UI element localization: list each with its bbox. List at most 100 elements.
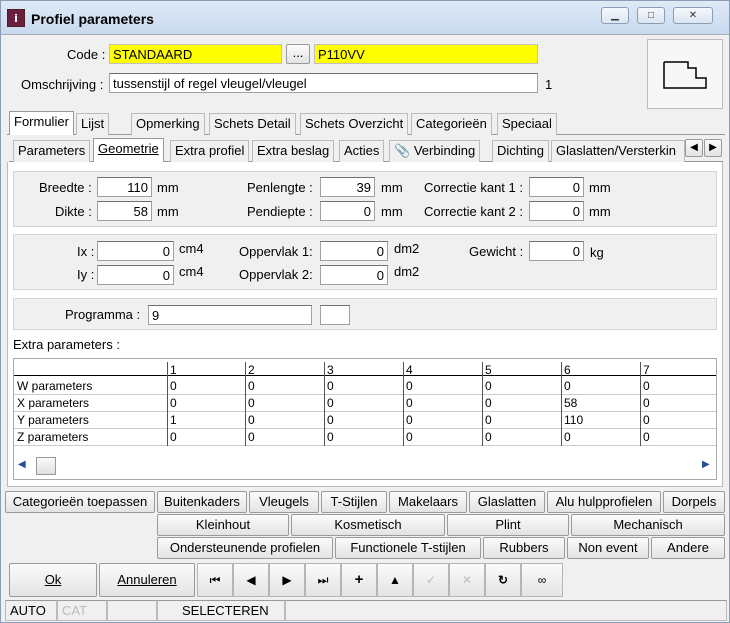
tab-scroll-right-icon[interactable]: ▶ bbox=[704, 139, 722, 157]
grid-scroll-thumb[interactable] bbox=[36, 457, 56, 475]
close-button[interactable]: ✕ bbox=[673, 7, 713, 24]
maximize-button[interactable]: □ bbox=[637, 7, 665, 24]
tab-categorieen[interactable]: Categorieën bbox=[411, 113, 492, 135]
table-row[interactable]: Z parameters 0 0 0 0 0 0 0 bbox=[14, 429, 716, 446]
prev-record-icon[interactable]: ◀ bbox=[233, 563, 269, 597]
grid-cell[interactable]: 110 bbox=[561, 412, 640, 429]
andere-button[interactable]: Andere bbox=[651, 537, 725, 559]
grid-cell[interactable]: 0 bbox=[324, 395, 403, 412]
t-stijlen-button[interactable]: T-Stijlen bbox=[321, 491, 387, 513]
programma-field[interactable]: 9 bbox=[148, 305, 312, 325]
alu-hulpprofielen-button[interactable]: Alu hulpprofielen bbox=[547, 491, 661, 513]
add-record-icon[interactable]: + bbox=[341, 563, 377, 597]
pendiepte-field[interactable]: 0 bbox=[320, 201, 375, 221]
breedte-field[interactable]: 110 bbox=[97, 177, 152, 197]
ix-field[interactable]: 0 bbox=[97, 241, 174, 261]
grid-cell[interactable]: 0 bbox=[403, 412, 482, 429]
grid-scroll-right-icon[interactable]: ▶ bbox=[702, 459, 710, 470]
tab-dichting[interactable]: Dichting bbox=[492, 140, 549, 162]
ok-button[interactable]: Ok bbox=[9, 563, 97, 597]
buitenkaders-button[interactable]: Buitenkaders bbox=[157, 491, 247, 513]
grid-cell[interactable]: 0 bbox=[482, 395, 561, 412]
tab-speciaal[interactable]: Speciaal bbox=[497, 113, 557, 135]
grid-cell[interactable]: 0 bbox=[640, 378, 716, 395]
grid-cell[interactable]: 0 bbox=[167, 378, 246, 395]
tab-opmerking[interactable]: Opmerking bbox=[131, 113, 205, 135]
grid-scroll-left-icon[interactable]: ◀ bbox=[18, 459, 26, 470]
minimize-button[interactable]: ▁ bbox=[601, 7, 629, 24]
grid-cell[interactable]: 0 bbox=[640, 412, 716, 429]
tab-extra-profiel[interactable]: Extra profiel bbox=[170, 140, 250, 162]
ondersteunende-profielen-button[interactable]: Ondersteunende profielen bbox=[157, 537, 333, 559]
pendiepte-unit: mm bbox=[381, 204, 403, 219]
dikte-field[interactable]: 58 bbox=[97, 201, 152, 221]
tab-parameters[interactable]: Parameters bbox=[13, 140, 91, 162]
annuleren-button[interactable]: Annuleren bbox=[99, 563, 195, 597]
table-row[interactable]: X parameters 0 0 0 0 0 58 0 bbox=[14, 395, 716, 412]
correctie1-field[interactable]: 0 bbox=[529, 177, 584, 197]
categorieen-toepassen-button[interactable]: Categorieën toepassen bbox=[5, 491, 155, 513]
desc-field[interactable]: tussenstijl of regel vleugel/vleugel bbox=[109, 73, 538, 93]
grid-cell[interactable]: 58 bbox=[561, 395, 640, 412]
search-binoculars-icon[interactable]: ∞ bbox=[521, 563, 563, 597]
grid-cell[interactable]: 0 bbox=[403, 395, 482, 412]
grid-cell[interactable]: 0 bbox=[167, 395, 246, 412]
grid-cell[interactable]: 0 bbox=[403, 378, 482, 395]
dorpels-button[interactable]: Dorpels bbox=[663, 491, 725, 513]
tab-verbinding[interactable]: 📎 Verbinding bbox=[389, 140, 481, 162]
functionele-t-stijlen-button[interactable]: Functionele T-stijlen bbox=[335, 537, 481, 559]
refresh-icon[interactable]: ↻ bbox=[485, 563, 521, 597]
tab-schets-overzicht[interactable]: Schets Overzicht bbox=[300, 113, 409, 135]
iy-field[interactable]: 0 bbox=[97, 265, 174, 285]
grid-cell[interactable]: 0 bbox=[245, 412, 324, 429]
edit-up-icon[interactable]: ▲ bbox=[377, 563, 413, 597]
next-record-icon[interactable]: ▶ bbox=[269, 563, 305, 597]
tab-schets-detail[interactable]: Schets Detail bbox=[209, 113, 296, 135]
glaslatten-button[interactable]: Glaslatten bbox=[469, 491, 545, 513]
tab-formulier[interactable]: Formulier bbox=[9, 111, 74, 135]
oppervlak2-field[interactable]: 0 bbox=[320, 265, 388, 285]
kleinhout-button[interactable]: Kleinhout bbox=[157, 514, 289, 536]
grid-cell[interactable]: 0 bbox=[403, 429, 482, 446]
oppervlak1-field[interactable]: 0 bbox=[320, 241, 388, 261]
code-field[interactable]: STANDAARD bbox=[109, 44, 282, 64]
grid-cell[interactable]: 0 bbox=[640, 395, 716, 412]
grid-cell[interactable]: 0 bbox=[640, 429, 716, 446]
makelaars-button[interactable]: Makelaars bbox=[389, 491, 467, 513]
grid-cell[interactable]: 0 bbox=[245, 429, 324, 446]
grid-cell[interactable]: 0 bbox=[482, 412, 561, 429]
tab-acties[interactable]: Acties bbox=[339, 140, 385, 162]
mechanisch-button[interactable]: Mechanisch bbox=[571, 514, 725, 536]
tab-scroll-left-icon[interactable]: ◀ bbox=[685, 139, 703, 157]
grid-cell[interactable]: 1 bbox=[167, 412, 246, 429]
first-record-icon[interactable]: ⏮ bbox=[197, 563, 233, 597]
grid-cell[interactable]: 0 bbox=[245, 395, 324, 412]
grid-cell[interactable]: 0 bbox=[324, 412, 403, 429]
tab-glaslatten[interactable]: Glaslatten/Versterkin bbox=[551, 140, 685, 162]
tab-extra-beslag[interactable]: Extra beslag bbox=[252, 140, 335, 162]
plint-button[interactable]: Plint bbox=[447, 514, 569, 536]
penlengte-field[interactable]: 39 bbox=[320, 177, 375, 197]
gewicht-field[interactable]: 0 bbox=[529, 241, 584, 261]
grid-cell[interactable]: 0 bbox=[167, 429, 246, 446]
browse-button[interactable]: ... bbox=[286, 44, 310, 64]
grid-cell[interactable]: 0 bbox=[561, 429, 640, 446]
tab-lijst[interactable]: Lijst bbox=[76, 113, 110, 135]
table-row[interactable]: Y parameters 1 0 0 0 0 110 0 bbox=[14, 412, 716, 429]
grid-cell[interactable]: 0 bbox=[482, 378, 561, 395]
grid-cell[interactable]: 0 bbox=[482, 429, 561, 446]
programma-extra-field[interactable] bbox=[320, 305, 350, 325]
vleugels-button[interactable]: Vleugels bbox=[249, 491, 319, 513]
kosmetisch-button[interactable]: Kosmetisch bbox=[291, 514, 445, 536]
non-event-button[interactable]: Non event bbox=[567, 537, 649, 559]
rubbers-button[interactable]: Rubbers bbox=[483, 537, 565, 559]
grid-cell[interactable]: 0 bbox=[245, 378, 324, 395]
code2-field[interactable]: P110VV bbox=[314, 44, 538, 64]
correctie2-field[interactable]: 0 bbox=[529, 201, 584, 221]
table-row[interactable]: W parameters 0 0 0 0 0 0 0 bbox=[14, 378, 716, 395]
tab-geometrie[interactable]: Geometrie bbox=[93, 138, 164, 162]
grid-cell[interactable]: 0 bbox=[561, 378, 640, 395]
last-record-icon[interactable]: ⏭ bbox=[305, 563, 341, 597]
grid-cell[interactable]: 0 bbox=[324, 378, 403, 395]
grid-cell[interactable]: 0 bbox=[324, 429, 403, 446]
